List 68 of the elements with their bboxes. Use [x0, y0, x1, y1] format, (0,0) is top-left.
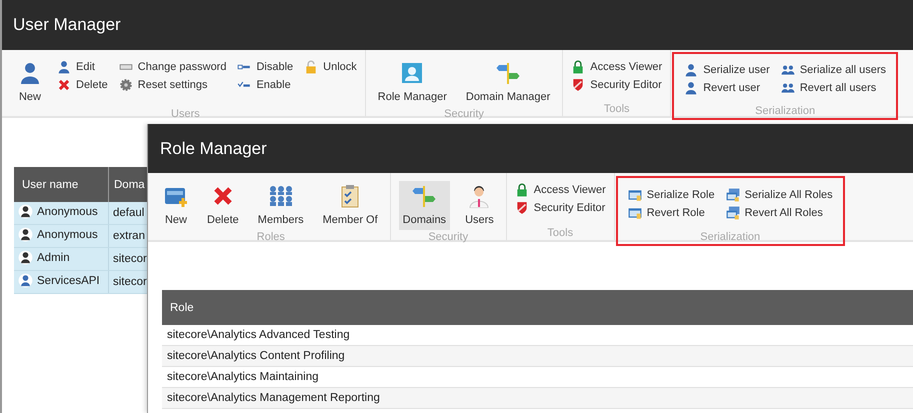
ribbon-button[interactable]: Revert user [684, 79, 770, 96]
group-label: Tools [547, 227, 574, 239]
ribbon-button[interactable]: Change password [118, 58, 226, 75]
ribbon-button[interactable]: Members [254, 181, 308, 230]
ribbon-button[interactable]: Member Of [318, 181, 382, 230]
ribbon-button[interactable]: Reset settings [118, 76, 226, 93]
signpost-icon [496, 61, 520, 85]
shield-icon [571, 78, 586, 92]
shield-icon [514, 200, 529, 214]
group-label: Serialization [755, 105, 816, 117]
table-cell: sitecore\Analytics Content Profiling [162, 346, 913, 366]
ribbon-button[interactable]: Role Manager [374, 58, 451, 107]
delete-icon [57, 78, 71, 92]
ribbon-button[interactable]: Enable [237, 76, 294, 93]
person-icon [684, 80, 698, 94]
people-icon [780, 80, 795, 94]
windows-icon [726, 188, 740, 202]
person-icon [467, 184, 492, 208]
padlock-icon [304, 60, 318, 74]
window-icon [628, 188, 642, 202]
ribbon-button[interactable]: Access Viewer [514, 181, 606, 198]
signpost-icon [412, 184, 436, 208]
windows-icon [726, 206, 740, 220]
people-icon [780, 62, 795, 76]
table-cell: sitecore\Analytics Management Reporting [162, 388, 913, 408]
window-title: Role Manager [160, 138, 267, 158]
people-icon [268, 184, 293, 208]
table-cell: Admin [14, 248, 108, 270]
ribbon-button[interactable]: Serialize Role [628, 186, 715, 203]
ribbon-button[interactable]: Unlock [304, 58, 357, 75]
ribbon-button[interactable]: Revert All Roles [726, 204, 833, 221]
ribbon-button[interactable]: Revert Role [628, 204, 715, 221]
ribbon-button[interactable]: Security Editor [514, 199, 606, 216]
ribbon-button[interactable]: Security Editor [571, 76, 662, 93]
table-cell: Anonymous [14, 224, 108, 248]
ribbon-button[interactable]: Delete [57, 76, 108, 93]
group-label: Security [428, 231, 468, 243]
person-icon [57, 60, 71, 74]
ribbon-button[interactable]: Delete [203, 181, 243, 230]
ribbon-button[interactable]: Users [461, 181, 498, 230]
ribbon-button[interactable]: Access Viewer [571, 58, 662, 75]
group-label: Serialization [700, 231, 760, 243]
window-icon [628, 206, 642, 220]
ribbon-button[interactable]: New [160, 181, 192, 230]
gear-icon [118, 78, 133, 92]
padlock-icon [514, 182, 529, 196]
group-label: Tools [604, 103, 630, 115]
ribbon-button[interactable]: New [14, 58, 46, 107]
table-cell: ServicesAPI [14, 270, 108, 294]
table-cell: Anonymous [14, 202, 108, 224]
window-title: User Manager [13, 15, 121, 35]
ribbon-button[interactable]: Revert all users [780, 79, 886, 96]
group-label: Security [444, 108, 484, 120]
ribbon-button[interactable]: Disable [237, 58, 294, 75]
ribbon-button[interactable]: Serialize user [684, 61, 770, 78]
portrait-icon [400, 61, 424, 85]
padlock-icon [571, 60, 586, 74]
ribbon-button[interactable]: Domains [398, 181, 450, 230]
person-icon [684, 62, 698, 76]
person-icon [18, 61, 42, 85]
ribbon-button[interactable]: Domain Manager [462, 58, 554, 107]
ribbon-button[interactable]: Edit [57, 58, 108, 75]
ribbon-button[interactable]: Serialize all users [780, 61, 886, 78]
column-header: User name [14, 167, 108, 202]
ribbon-button[interactable]: Serialize All Roles [726, 186, 833, 203]
group-label: Roles [256, 231, 285, 243]
column-header: Role [162, 290, 913, 325]
group-label: Users [171, 108, 200, 120]
